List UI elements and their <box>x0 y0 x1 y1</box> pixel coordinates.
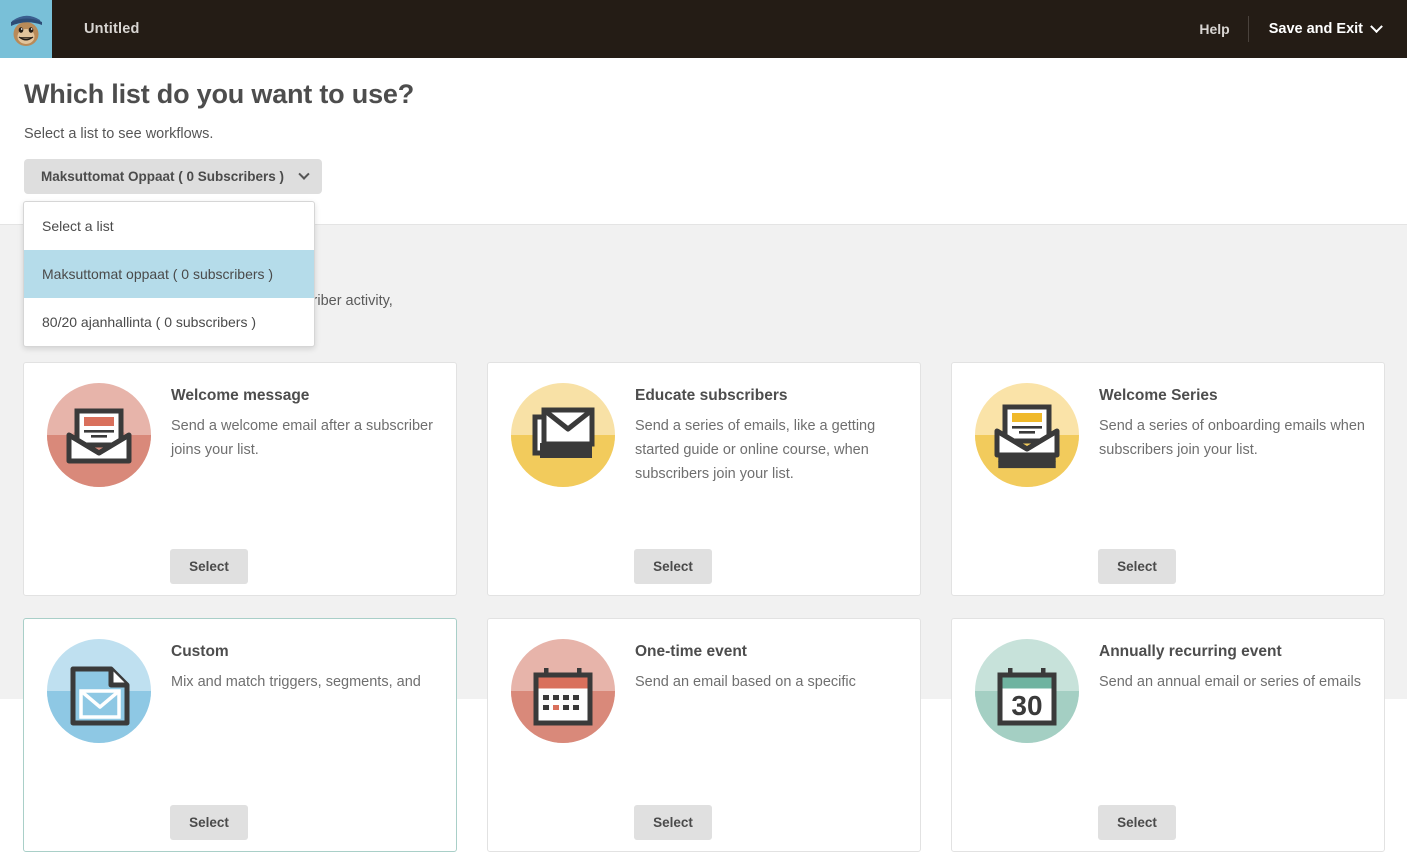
workflow-card-body: Welcome Series Send a series of onboardin… <box>1099 387 1368 462</box>
stacked-envelopes-icon <box>511 383 615 487</box>
list-select-dropdown[interactable]: Maksuttomat Oppaat ( 0 Subscribers ) <box>24 159 323 194</box>
workflow-card-description: Mix and match triggers, segments, and <box>171 674 421 690</box>
mailchimp-freddie-logo[interactable] <box>0 0 52 58</box>
workflow-card-title: Welcome message <box>171 387 310 404</box>
workflow-card-grid: Welcome message Send a welcome email afte… <box>23 362 1385 852</box>
list-menu-option-0[interactable]: Select a list <box>24 202 314 250</box>
page-title-untitled: Untitled <box>84 21 140 37</box>
open-envelope-stack-icon <box>975 383 1079 487</box>
list-menu-option-label: Select a list <box>42 218 114 234</box>
chevron-down-icon <box>1370 19 1383 33</box>
list-dropdown-menu[interactable]: Select a list Maksuttomat oppaat ( 0 subs… <box>23 201 315 347</box>
intro-section: Which list do you want to use? Select a … <box>0 58 1407 224</box>
select-button[interactable]: Select <box>1098 805 1176 840</box>
workflow-card-description: Send an annual email or series of emails <box>1099 674 1361 690</box>
workflow-card-description: Send an email based on a specific <box>635 674 856 690</box>
workflow-card[interactable]: One-time event Send an email based on a s… <box>487 618 921 852</box>
workflow-card-description: Send a series of emails, like a getting … <box>635 418 876 482</box>
workflow-card-title: Annually recurring event <box>1099 643 1282 660</box>
save-and-exit-label: Save and Exit <box>1268 21 1363 37</box>
list-menu-option-1[interactable]: Maksuttomat oppaat ( 0 subscribers ) <box>24 250 314 298</box>
workflow-card[interactable]: Custom Mix and match triggers, segments, … <box>23 618 457 852</box>
workflow-card-body: One-time event Send an email based on a s… <box>635 643 904 694</box>
calendar-icon <box>511 639 615 743</box>
workflow-card[interactable]: Welcome message Send a welcome email afte… <box>23 362 457 596</box>
page-heading: Which list do you want to use? <box>24 79 414 109</box>
top-bar: Untitled Help Save and Exit <box>0 0 1407 58</box>
page-subheading: Select a list to see workflows. <box>24 126 214 142</box>
workflow-card-body: Custom Mix and match triggers, segments, … <box>171 643 440 694</box>
list-select-value: Maksuttomat Oppaat ( 0 Subscribers ) <box>41 169 285 184</box>
list-menu-option-label: 80/20 ajanhallinta ( 0 subscribers ) <box>42 314 257 330</box>
svg-text:30: 30 <box>1011 690 1042 721</box>
save-and-exit-button[interactable]: Save and Exit <box>1249 19 1385 37</box>
list-menu-option-label: Maksuttomat oppaat ( 0 subscribers ) <box>42 266 274 282</box>
help-link[interactable]: Help <box>1181 21 1247 37</box>
workflow-card-title: Educate subscribers <box>635 387 788 404</box>
calendar-30-icon: 30 <box>975 639 1079 743</box>
open-envelope-icon <box>47 383 151 487</box>
select-button[interactable]: Select <box>170 805 248 840</box>
workflow-card[interactable]: Welcome Series Send a series of onboardin… <box>951 362 1385 596</box>
chevron-down-icon <box>298 168 310 180</box>
workflow-card-body: Educate subscribers Send a series of emai… <box>635 387 904 486</box>
workflow-card-body: Annually recurring event Send an annual e… <box>1099 643 1368 694</box>
workflow-card-title: Welcome Series <box>1099 387 1218 404</box>
custom-document-envelope-icon <box>47 639 151 743</box>
workflow-card-title: Custom <box>171 643 229 660</box>
workflow-card-description: Send a welcome email after a subscriber … <box>171 418 433 458</box>
workflow-card-title: One-time event <box>635 643 747 660</box>
workflow-card[interactable]: 30 Annually recurring event Send an annua… <box>951 618 1385 852</box>
select-button[interactable]: Select <box>1098 549 1176 584</box>
list-menu-option-2[interactable]: 80/20 ajanhallinta ( 0 subscribers ) <box>24 298 314 346</box>
top-bar-actions: Help Save and Exit <box>1181 0 1407 58</box>
select-button[interactable]: Select <box>634 805 712 840</box>
workflow-card-description: Send a series of onboarding emails when … <box>1099 418 1365 458</box>
select-button[interactable]: Select <box>634 549 712 584</box>
select-button[interactable]: Select <box>170 549 248 584</box>
workflow-card-body: Welcome message Send a welcome email afte… <box>171 387 440 462</box>
workflow-card[interactable]: Educate subscribers Send a series of emai… <box>487 362 921 596</box>
